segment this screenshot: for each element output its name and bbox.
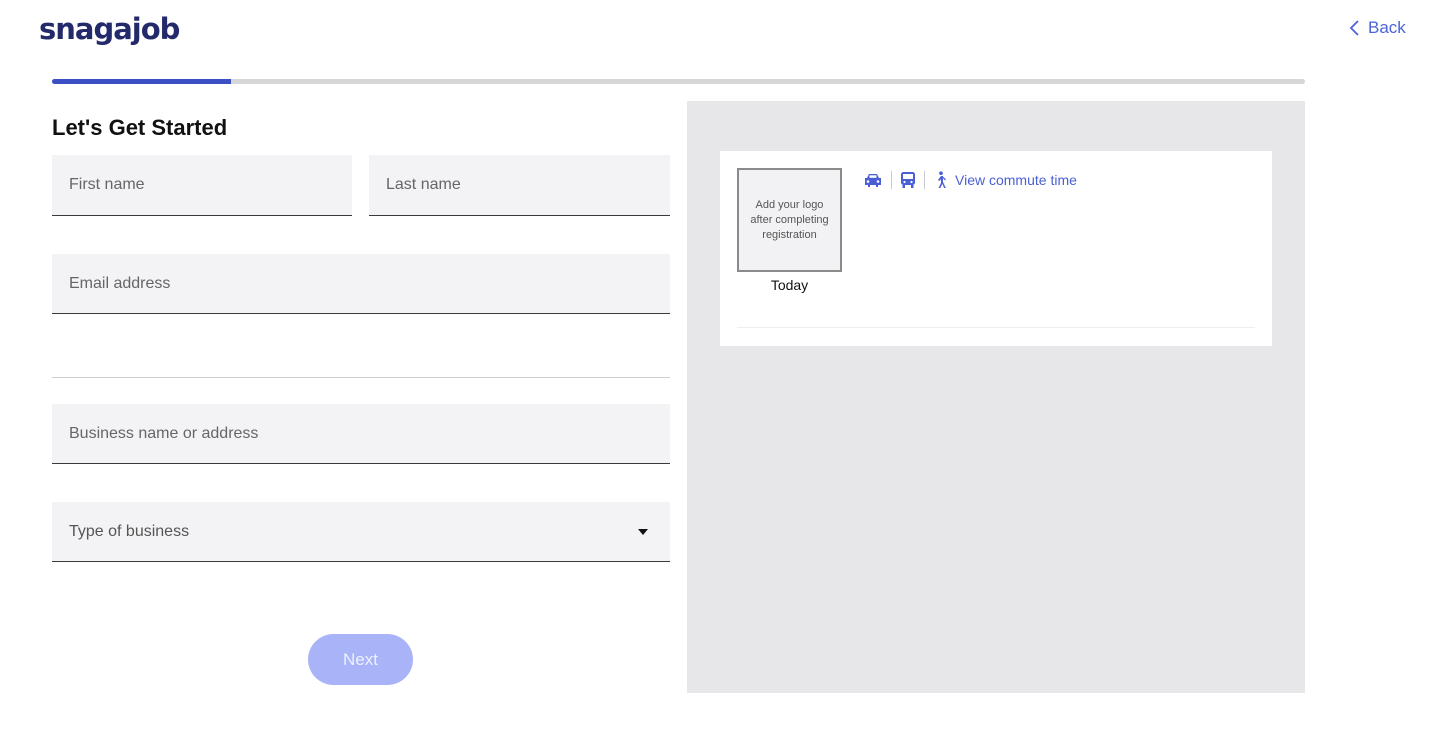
separator — [891, 171, 892, 189]
last-name-field[interactable] — [369, 155, 670, 216]
walk-icon[interactable] — [933, 171, 947, 189]
last-name-input[interactable] — [386, 176, 670, 194]
business-type-select[interactable]: Type of business — [52, 502, 670, 562]
progress-fill — [52, 79, 232, 84]
job-preview-panel: Add your logo after completing registrat… — [687, 101, 1305, 693]
car-icon[interactable] — [863, 172, 883, 188]
job-preview-card: Add your logo after completing registrat… — [720, 151, 1272, 346]
back-label: Back — [1368, 18, 1406, 37]
section-divider — [52, 377, 670, 378]
chevron-left-icon — [1349, 20, 1359, 36]
page-title: Let's Get Started — [52, 115, 228, 140]
commute-options: View commute time — [863, 171, 1077, 189]
posted-date: Today — [770, 277, 809, 293]
first-name-input[interactable] — [69, 176, 352, 194]
progress-bar — [52, 79, 1305, 84]
view-commute-link[interactable]: View commute time — [955, 172, 1077, 188]
separator — [924, 171, 925, 189]
back-link[interactable]: Back — [1348, 18, 1406, 38]
first-name-field[interactable] — [52, 155, 352, 216]
logo-placeholder: Add your logo after completing registrat… — [737, 168, 842, 272]
next-button[interactable]: Next — [308, 634, 413, 685]
email-field[interactable] — [52, 254, 670, 314]
bus-icon[interactable] — [900, 171, 916, 189]
business-type-label: Type of business — [69, 522, 190, 540]
business-field[interactable] — [52, 404, 670, 464]
business-input[interactable] — [69, 424, 670, 443]
snagajob-logo[interactable]: snagajob — [39, 12, 180, 46]
caret-down-icon — [638, 529, 648, 535]
card-divider — [737, 327, 1255, 328]
email-input[interactable] — [69, 274, 670, 293]
